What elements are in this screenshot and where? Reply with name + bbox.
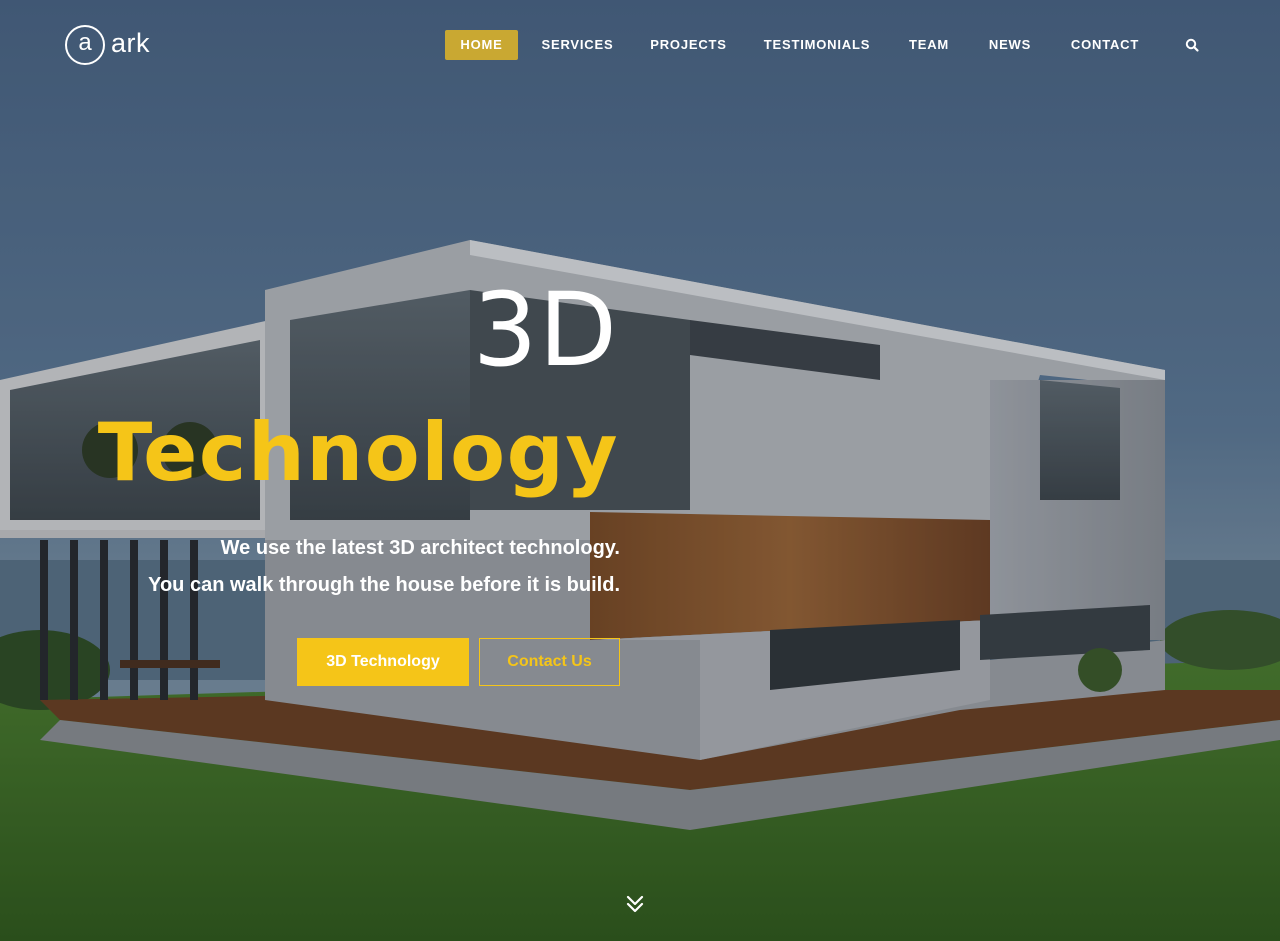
hero-description: We use the latest 3D architect technolog… — [60, 530, 620, 604]
nav-item-services[interactable]: SERVICES — [534, 30, 621, 60]
site-header: a ark HOME SERVICES PROJECTS TESTIMONIAL… — [0, 0, 1280, 90]
search-icon[interactable] — [1182, 36, 1202, 54]
nav-item-team[interactable]: TEAM — [900, 30, 958, 60]
nav-item-news[interactable]: NEWS — [980, 30, 1040, 60]
hero-description-line2: You can walk through the house before it… — [148, 574, 620, 596]
nav-item-contact[interactable]: CONTACT — [1063, 30, 1147, 60]
contact-us-button[interactable]: Contact Us — [479, 638, 620, 686]
main-nav: HOME SERVICES PROJECTS TESTIMONIALS TEAM… — [0, 30, 1280, 60]
hero-title-line2: Technology — [97, 406, 619, 499]
hero-title-line1: 3D — [472, 271, 618, 390]
hero-description-line1: We use the latest 3D architect technolog… — [220, 537, 620, 559]
nav-item-home[interactable]: HOME — [445, 30, 518, 60]
nav-item-testimonials[interactable]: TESTIMONIALS — [757, 30, 877, 60]
double-chevron-down-icon[interactable] — [624, 893, 646, 915]
nav-item-projects[interactable]: PROJECTS — [641, 30, 736, 60]
3d-technology-button[interactable]: 3D Technology — [297, 638, 469, 686]
